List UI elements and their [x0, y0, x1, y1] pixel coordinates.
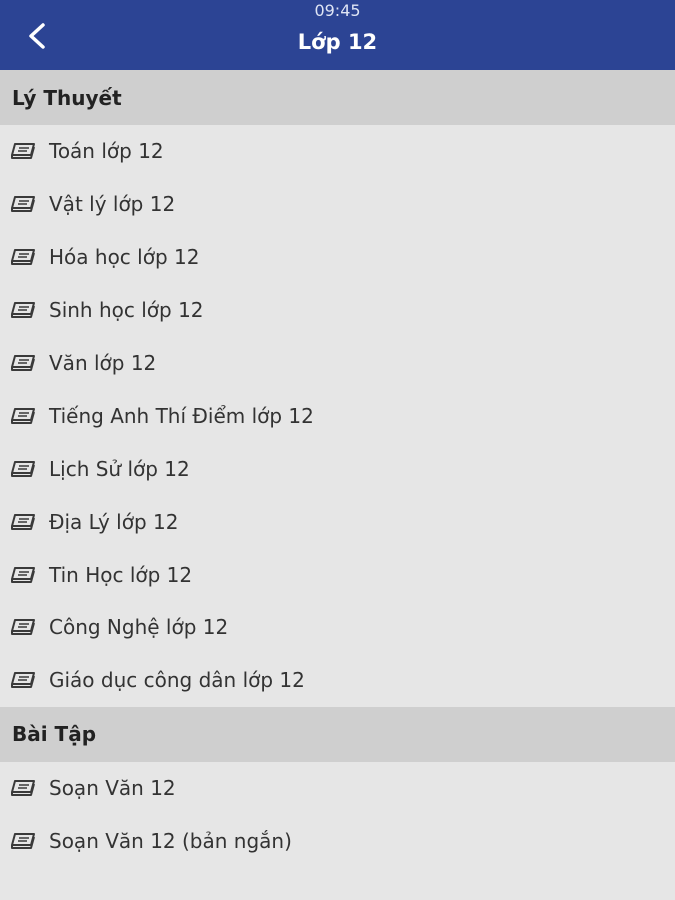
list-item-label: Vật lý lớp 12 — [49, 192, 176, 217]
status-time: 09:45 — [314, 1, 361, 20]
list-item-lich-su[interactable]: Lịch Sử lớp 12 — [0, 442, 675, 495]
book-icon — [10, 617, 38, 637]
list-item-label: Địa Lý lớp 12 — [49, 509, 179, 534]
section-header-ly-thuyet: Lý Thuyết — [0, 70, 675, 125]
list-item-toan[interactable]: Toán lớp 12 — [0, 125, 675, 178]
list-item-cong-nghe[interactable]: Công Nghệ lớp 12 — [0, 601, 675, 654]
list-item-label: Tin Học lớp 12 — [49, 562, 193, 587]
list-item-dia-ly[interactable]: Địa Lý lớp 12 — [0, 495, 675, 548]
list-item-label: Toán lớp 12 — [49, 139, 164, 164]
book-icon — [10, 406, 38, 426]
book-icon — [10, 300, 38, 320]
navigation-bar: 09:45 Lớp 12 — [0, 0, 675, 70]
list-item-label: Tiếng Anh Thí Điểm lớp 12 — [49, 403, 314, 428]
list-item-tin-hoc[interactable]: Tin Học lớp 12 — [0, 548, 675, 601]
list-item-tieng-anh[interactable]: Tiếng Anh Thí Điểm lớp 12 — [0, 389, 675, 442]
list-item-hoa-hoc[interactable]: Hóa học lớp 12 — [0, 231, 675, 284]
book-icon — [10, 353, 38, 373]
book-icon — [10, 512, 38, 532]
page-title: Lớp 12 — [297, 30, 378, 54]
book-icon — [10, 194, 38, 214]
list-item-label: Hóa học lớp 12 — [49, 245, 200, 270]
book-icon — [10, 778, 38, 798]
book-icon — [10, 670, 38, 690]
list-item-label: Soạn Văn 12 (bản ngắn) — [49, 829, 292, 854]
list-item-soan-van[interactable]: Soạn Văn 12 — [0, 762, 675, 815]
list-item-soan-van-ngan[interactable]: Soạn Văn 12 (bản ngắn) — [0, 815, 675, 868]
book-icon — [10, 459, 38, 479]
list-item-van[interactable]: Văn lớp 12 — [0, 337, 675, 390]
list-item-label: Soạn Văn 12 — [49, 776, 176, 801]
list-item-vat-ly[interactable]: Vật lý lớp 12 — [0, 178, 675, 231]
list-item-label: Văn lớp 12 — [49, 351, 157, 375]
section-header-bai-tap: Bài Tập — [0, 706, 675, 762]
list-item-label: Giáo dục công dân lớp 12 — [49, 668, 305, 693]
list-item-label: Sinh học lớp 12 — [49, 298, 204, 323]
list-item-sinh-hoc[interactable]: Sinh học lớp 12 — [0, 284, 675, 337]
app-screen: 09:45 Lớp 12 Lý Thuyết Toán lớp 12 Vật l… — [0, 0, 675, 900]
list-item-label: Công Nghệ lớp 12 — [49, 615, 229, 640]
list-item-label: Lịch Sử lớp 12 — [49, 456, 190, 481]
book-icon — [10, 831, 38, 851]
list-item-gdcd[interactable]: Giáo dục công dân lớp 12 — [0, 654, 675, 707]
book-icon — [10, 565, 38, 585]
book-icon — [10, 247, 38, 267]
book-icon — [10, 141, 38, 161]
